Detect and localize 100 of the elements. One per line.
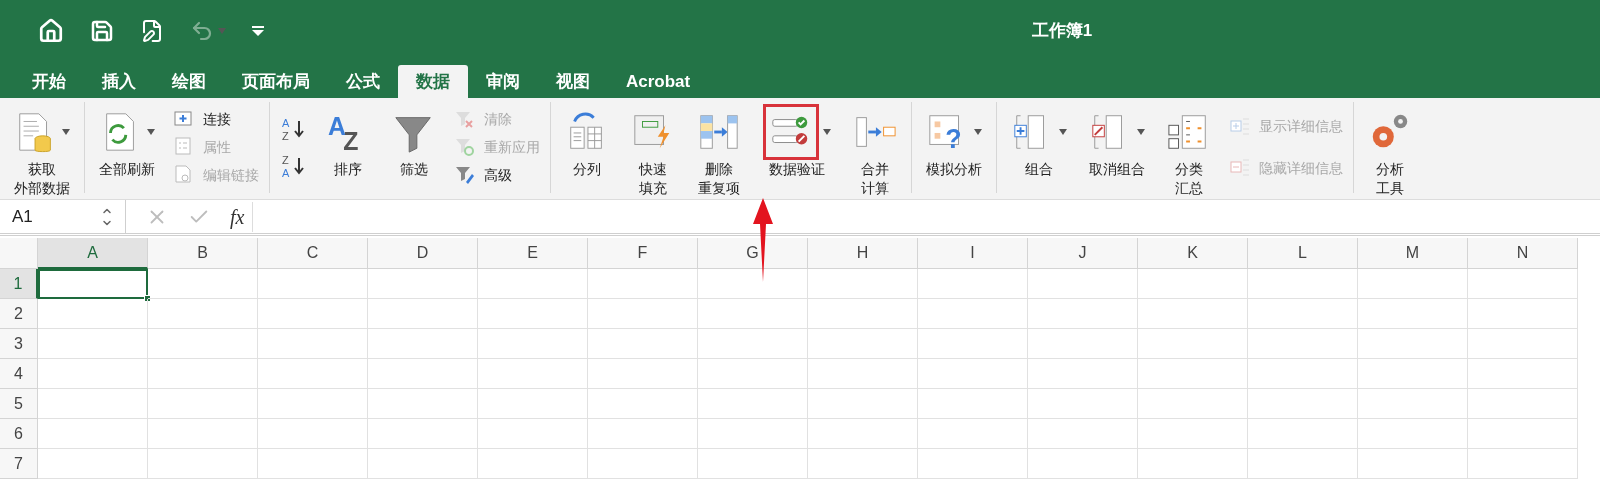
ribbon-small-button[interactable]: 连接: [173, 108, 259, 131]
row-header[interactable]: 2: [0, 299, 38, 329]
grid-cell[interactable]: [698, 329, 808, 359]
grid-cell[interactable]: [148, 419, 258, 449]
grid-cell[interactable]: [808, 269, 918, 299]
grid-cell[interactable]: [1028, 449, 1138, 479]
grid-cell[interactable]: [148, 299, 258, 329]
grid-cell[interactable]: [918, 449, 1028, 479]
home-icon[interactable]: [38, 18, 64, 44]
column-header[interactable]: G: [698, 238, 808, 269]
grid-cell[interactable]: [478, 329, 588, 359]
column-header[interactable]: K: [1138, 238, 1248, 269]
grid-cell[interactable]: [1138, 359, 1248, 389]
ribbon-tab[interactable]: Acrobat: [608, 65, 709, 98]
grid-cell[interactable]: [38, 329, 148, 359]
grid-cell[interactable]: [808, 359, 918, 389]
grid-cell[interactable]: [808, 329, 918, 359]
grid-cell[interactable]: [588, 419, 698, 449]
column-header[interactable]: C: [258, 238, 368, 269]
grid-cell[interactable]: [258, 299, 368, 329]
grid-cell[interactable]: [1028, 359, 1138, 389]
grid-cell[interactable]: [1248, 329, 1358, 359]
ribbon-tab[interactable]: 审阅: [468, 65, 538, 98]
grid-cell[interactable]: [1468, 419, 1578, 449]
ribbon-button[interactable]: 数据验证: [759, 102, 835, 179]
grid-cell[interactable]: [1138, 449, 1248, 479]
name-box[interactable]: A1: [0, 200, 126, 233]
ribbon-tab[interactable]: 插入: [84, 65, 154, 98]
grid-cell[interactable]: [1358, 299, 1468, 329]
grid-cell[interactable]: [38, 419, 148, 449]
grid-cell[interactable]: [1248, 419, 1358, 449]
ribbon-button[interactable]: 分析 工具: [1364, 102, 1416, 198]
grid-cell[interactable]: [588, 389, 698, 419]
grid-cell[interactable]: [1468, 329, 1578, 359]
ribbon-button[interactable]: 获取 外部数据: [10, 102, 74, 198]
grid-cell[interactable]: [368, 299, 478, 329]
column-header[interactable]: N: [1468, 238, 1578, 269]
grid-cell[interactable]: [148, 389, 258, 419]
grid-cell[interactable]: [1468, 449, 1578, 479]
grid-cell[interactable]: [1248, 359, 1358, 389]
grid-cell[interactable]: [1358, 389, 1468, 419]
column-header[interactable]: E: [478, 238, 588, 269]
edit-document-icon[interactable]: [140, 19, 164, 43]
grid-cell[interactable]: [1248, 389, 1358, 419]
grid-cell[interactable]: [1028, 269, 1138, 299]
column-header[interactable]: D: [368, 238, 478, 269]
grid-cell[interactable]: [1138, 269, 1248, 299]
grid-cell[interactable]: [1028, 389, 1138, 419]
row-header[interactable]: 4: [0, 359, 38, 389]
grid-cell[interactable]: [368, 449, 478, 479]
ribbon-button[interactable]: 组合: [1007, 102, 1071, 179]
grid-cell[interactable]: [1358, 269, 1468, 299]
grid-cell[interactable]: [808, 419, 918, 449]
column-header[interactable]: B: [148, 238, 258, 269]
select-all-corner[interactable]: [0, 238, 38, 269]
column-header[interactable]: A: [38, 238, 148, 269]
grid-cell[interactable]: [38, 359, 148, 389]
row-header[interactable]: 7: [0, 449, 38, 479]
grid-cell[interactable]: [698, 359, 808, 389]
ribbon-small-button[interactable]: 高级: [454, 164, 540, 187]
grid-cell[interactable]: [1468, 269, 1578, 299]
ribbon-button[interactable]: 合并 计算: [849, 102, 901, 198]
grid-cell[interactable]: [1468, 359, 1578, 389]
grid-cell[interactable]: [368, 419, 478, 449]
ribbon-button[interactable]: 全部刷新: [95, 102, 159, 179]
grid-cell[interactable]: [808, 389, 918, 419]
ribbon-tab[interactable]: 页面布局: [224, 65, 328, 98]
grid-cell[interactable]: [478, 359, 588, 389]
ribbon-button[interactable]: 筛选: [388, 102, 440, 179]
grid-cell[interactable]: [478, 299, 588, 329]
grid-cell[interactable]: [1468, 389, 1578, 419]
customize-menu-icon[interactable]: [252, 26, 264, 36]
row-header[interactable]: 5: [0, 389, 38, 419]
column-header[interactable]: M: [1358, 238, 1468, 269]
grid-cell[interactable]: [478, 419, 588, 449]
column-header[interactable]: H: [808, 238, 918, 269]
grid-cell[interactable]: [1138, 329, 1248, 359]
grid-cell[interactable]: [918, 419, 1028, 449]
grid-cell[interactable]: [1358, 329, 1468, 359]
grid-cell[interactable]: [1358, 419, 1468, 449]
grid-cell[interactable]: [1358, 449, 1468, 479]
grid-cell[interactable]: [1028, 299, 1138, 329]
grid-cell[interactable]: [1028, 329, 1138, 359]
grid-cell[interactable]: [588, 449, 698, 479]
grid-cell[interactable]: [1358, 359, 1468, 389]
grid-cell[interactable]: [1028, 419, 1138, 449]
grid-cell[interactable]: [368, 359, 478, 389]
column-header[interactable]: J: [1028, 238, 1138, 269]
grid-cell[interactable]: [38, 449, 148, 479]
grid-cell[interactable]: [588, 359, 698, 389]
grid-cell[interactable]: [148, 329, 258, 359]
fill-handle[interactable]: [144, 295, 151, 302]
column-header[interactable]: L: [1248, 238, 1358, 269]
ribbon-button[interactable]: 取消组合: [1085, 102, 1149, 179]
grid-cell[interactable]: [258, 329, 368, 359]
grid-cell[interactable]: [698, 419, 808, 449]
ribbon-button[interactable]: 删除 重复项: [693, 102, 745, 198]
grid-cell[interactable]: [368, 329, 478, 359]
save-icon[interactable]: [90, 19, 114, 43]
column-header[interactable]: I: [918, 238, 1028, 269]
